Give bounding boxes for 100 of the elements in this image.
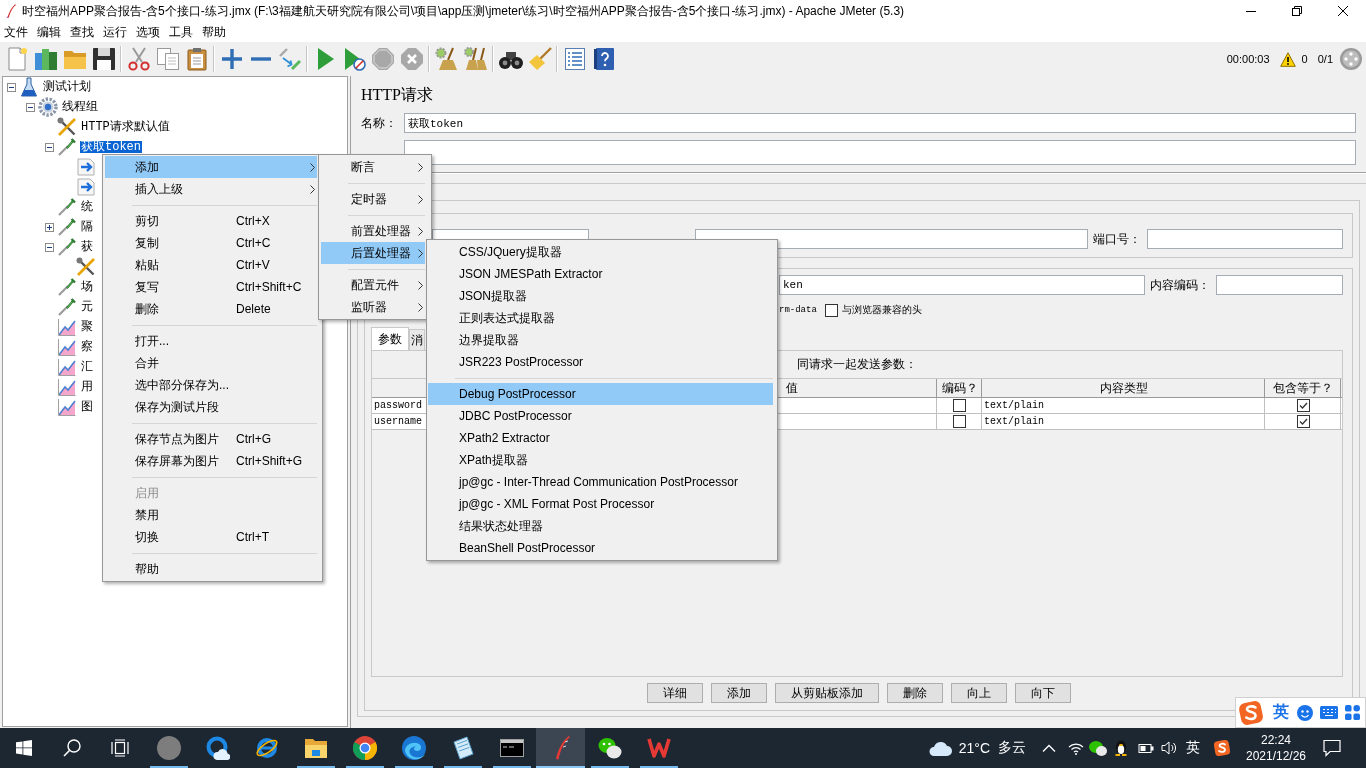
keyboard-icon[interactable] — [1320, 706, 1338, 719]
menu-item[interactable]: 打开... — [105, 330, 317, 352]
checkbox[interactable] — [1296, 399, 1310, 412]
menu-item[interactable]: 工具 — [165, 23, 197, 41]
table-button[interactable]: 向上 — [950, 683, 1007, 703]
table-button[interactable]: 添加 — [710, 683, 767, 703]
input-field[interactable] — [1216, 275, 1343, 295]
menu-item[interactable]: 禁用 — [105, 504, 317, 526]
copy-icon[interactable] — [155, 47, 180, 71]
menu-item[interactable]: 选中部分保存为... — [105, 374, 317, 396]
penguin-icon[interactable] — [1114, 740, 1128, 756]
books-icon[interactable] — [33, 47, 58, 71]
checkbox-label[interactable]: 与浏览器兼容的头 — [842, 303, 922, 317]
checkbox-label[interactable]: rm-data — [779, 305, 825, 315]
tab[interactable]: 消 — [409, 329, 425, 350]
menu-item[interactable]: CSS/JQuery提取器 — [428, 241, 773, 263]
checkbox[interactable] — [825, 303, 838, 317]
chevron-up-icon[interactable] — [1042, 744, 1056, 752]
tree-item[interactable]: 聚 — [80, 321, 94, 333]
table-button[interactable]: 从剪贴板添加 — [774, 683, 879, 703]
ime-logo-icon[interactable] — [1213, 739, 1231, 757]
minus-box-icon[interactable] — [25, 102, 35, 112]
tree-item[interactable]: 线程组 — [61, 101, 99, 113]
tree-item[interactable]: 统 — [80, 201, 94, 213]
menu-item[interactable]: 定时器 — [321, 188, 425, 210]
minus-box-icon[interactable] — [44, 242, 54, 252]
menu-item[interactable]: JDBC PostProcessor — [428, 405, 773, 427]
clipboard-icon[interactable] — [184, 47, 209, 71]
input-field[interactable] — [1147, 229, 1343, 249]
dropper-arrow-icon[interactable] — [277, 47, 302, 71]
menu-item[interactable]: 删除 Delete — [105, 298, 317, 320]
menu-item[interactable]: 运行 — [99, 23, 131, 41]
checkbox[interactable] — [953, 415, 966, 428]
menu-item[interactable]: 监听器 — [321, 296, 425, 318]
tree-item[interactable]: 用 — [80, 381, 94, 393]
list-icon[interactable] — [562, 47, 587, 71]
menu-item[interactable]: 切换 Ctrl+T — [105, 526, 317, 548]
menu-item[interactable]: XPath2 Extractor — [428, 427, 773, 449]
menu-item[interactable]: jp@gc - Inter-Thread Communication PostProcessor — [428, 471, 773, 493]
ime-mode[interactable]: 英 — [1273, 702, 1289, 723]
tree-item[interactable]: 汇 — [80, 361, 94, 373]
menu-item[interactable]: JSON提取器 — [428, 285, 773, 307]
speaker-icon[interactable] — [1161, 740, 1177, 756]
plus-icon[interactable] — [219, 47, 244, 71]
menu-item[interactable]: 查找 — [66, 23, 98, 41]
menu-item[interactable]: 文件 — [0, 23, 32, 41]
menu-item[interactable]: XPath提取器 — [428, 449, 773, 471]
chat-bubbles-icon[interactable] — [1089, 740, 1107, 756]
menu-item[interactable]: 结果状态处理器 — [428, 515, 773, 537]
menu-item[interactable]: 配置元件 — [321, 274, 425, 296]
table-button[interactable]: 详细 — [646, 683, 703, 703]
menu-item[interactable]: 复写 Ctrl+Shift+C — [105, 276, 317, 298]
grid-icon[interactable] — [1345, 705, 1360, 720]
menu-item[interactable]: jp@gc - XML Format Post Processor — [428, 493, 773, 515]
input-language-indicator[interactable]: 英 — [1186, 739, 1200, 757]
brooms-gear-icon[interactable] — [463, 47, 488, 71]
menu-item[interactable]: 前置处理器 — [321, 220, 425, 242]
wifi-icon[interactable] — [1068, 741, 1084, 755]
input-field[interactable] — [432, 229, 589, 239]
menu-item[interactable]: Debug PostProcessor — [428, 383, 773, 405]
checkbox[interactable] — [953, 399, 966, 412]
tree-item[interactable]: 场 — [80, 281, 94, 293]
minus-box-icon[interactable] — [44, 142, 54, 152]
menu-item[interactable]: 插入上级 — [105, 178, 317, 200]
menu-item[interactable]: 帮助 — [105, 558, 317, 580]
menu-item[interactable]: 剪切 Ctrl+X — [105, 210, 317, 232]
tree-item[interactable]: 图 — [80, 401, 94, 413]
menu-item[interactable]: 保存屏幕为图片 Ctrl+Shift+G — [105, 450, 317, 472]
table-button[interactable]: 向下 — [1014, 683, 1071, 703]
smiley-icon[interactable] — [1297, 704, 1313, 721]
tree-item[interactable]: 测试计划 — [42, 81, 92, 93]
menu-item[interactable]: 添加 — [105, 156, 317, 178]
tree-item[interactable]: 察 — [80, 341, 94, 353]
menu-item[interactable]: 后置处理器 — [321, 242, 425, 264]
menu-item[interactable]: 复制 Ctrl+C — [105, 232, 317, 254]
menu-item[interactable]: 保存为测试片段 — [105, 396, 317, 418]
menu-item[interactable]: BeanShell PostProcessor — [428, 537, 773, 559]
checkbox[interactable] — [1296, 415, 1310, 428]
table-button[interactable]: 删除 — [886, 683, 943, 703]
broom-gear-icon[interactable] — [434, 47, 459, 71]
tree-item[interactable]: 元 — [80, 301, 94, 313]
input-field[interactable] — [404, 140, 1356, 165]
menu-item[interactable]: 选项 — [132, 23, 164, 41]
notification-icon[interactable] — [1323, 739, 1341, 757]
plus-box-icon[interactable] — [44, 222, 54, 232]
tab[interactable]: 参数 — [371, 327, 409, 350]
tree-item[interactable]: 隔 — [80, 221, 94, 233]
input-field[interactable]: ken — [779, 275, 1145, 295]
battery-icon[interactable] — [1138, 741, 1154, 755]
menu-item[interactable]: 正则表达式提取器 — [428, 307, 773, 329]
menu-item[interactable]: 边界提取器 — [428, 329, 773, 351]
menu-item[interactable]: 断言 — [321, 156, 425, 178]
input-field[interactable]: 获取token — [404, 113, 1356, 133]
scissors-icon[interactable] — [126, 47, 151, 71]
menu-item[interactable]: JSR223 PostProcessor — [428, 351, 773, 373]
menu-item[interactable]: 保存节点为图片 Ctrl+G — [105, 428, 317, 450]
tree-item[interactable]: HTTP请求默认值 — [80, 121, 171, 133]
menu-item[interactable]: 合并 — [105, 352, 317, 374]
menu-item[interactable]: JSON JMESPath Extractor — [428, 263, 773, 285]
tree-item[interactable]: 获 — [80, 241, 94, 253]
